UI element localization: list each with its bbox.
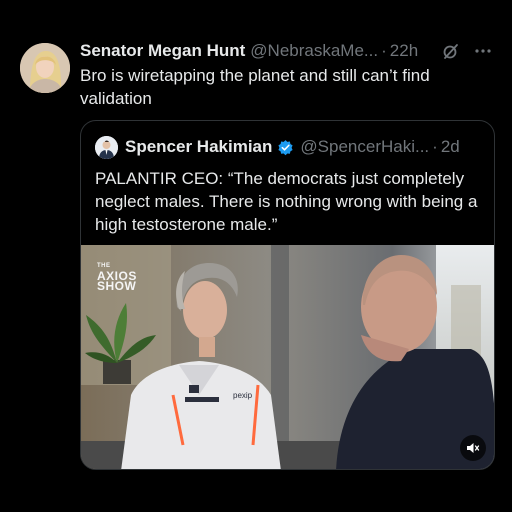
separator-dot: · (381, 41, 387, 60)
author-name[interactable]: Senator Megan Hunt (80, 41, 245, 61)
verified-badge-icon (277, 139, 294, 156)
post-text: Bro is wiretapping the planet and still … (80, 66, 430, 108)
video-frame (81, 245, 494, 469)
post-header: Senator Megan Hunt @NebraskaMe... · 22h (80, 40, 492, 62)
quoted-post-time[interactable]: 2d (441, 137, 460, 157)
author-handle[interactable]: @NebraskaMe... (250, 41, 378, 61)
video-player[interactable]: THE AXIOS SHOW pexip (81, 245, 494, 469)
grok-icon[interactable] (442, 42, 460, 60)
author-avatar[interactable] (20, 43, 70, 93)
quoted-post-text: PALANTIR CEO: “The democrats just comple… (95, 169, 478, 234)
quoted-author-avatar[interactable] (95, 135, 118, 159)
quoted-post-header: Spencer Hakimian @SpencerHaki... · 2d (95, 135, 480, 159)
jacket-logo: pexip (233, 391, 253, 400)
more-icon[interactable] (474, 42, 492, 60)
post[interactable]: Senator Megan Hunt @NebraskaMe... · 22h … (0, 0, 512, 512)
axios-show-logo: THE AXIOS SHOW (97, 263, 137, 293)
quoted-author-name[interactable]: Spencer Hakimian (125, 137, 272, 157)
mute-icon[interactable] (460, 435, 486, 461)
quoted-post[interactable]: Spencer Hakimian @SpencerHaki... · 2d PA… (80, 120, 495, 470)
post-time[interactable]: 22h (390, 41, 418, 61)
quoted-author-handle[interactable]: @SpencerHaki... (300, 137, 429, 157)
separator-dot: · (432, 137, 438, 156)
